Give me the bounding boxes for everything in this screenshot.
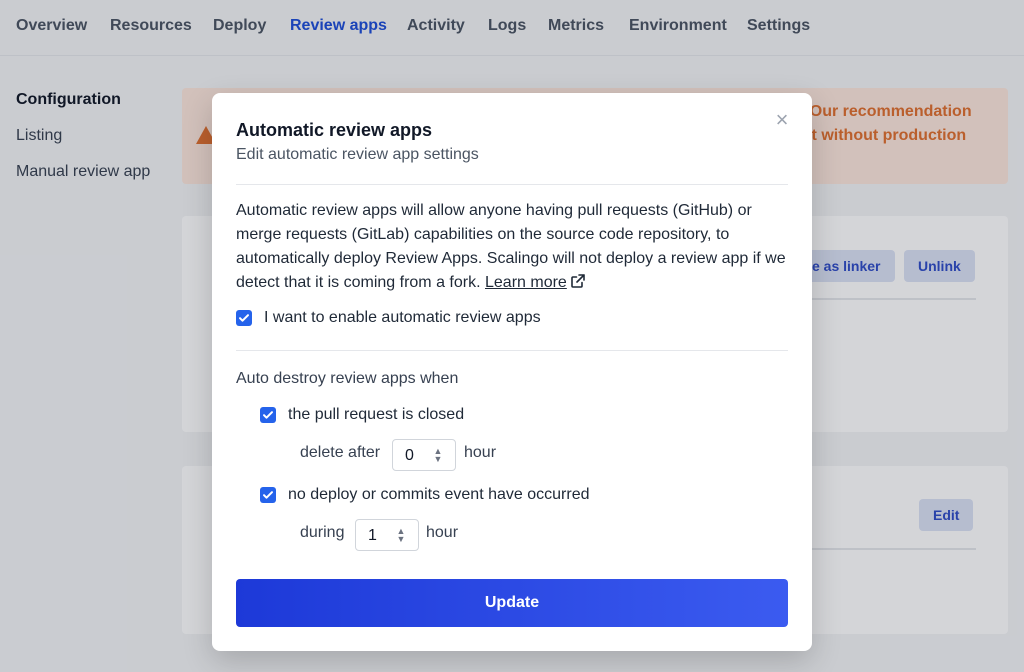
- during-value: 1: [368, 527, 377, 544]
- enable-label: I want to enable automatic review apps: [264, 309, 541, 326]
- no-deploy-label: no deploy or commits event have occurred: [288, 486, 590, 503]
- modal-title: Automatic review apps: [236, 120, 433, 140]
- delete-after-unit: hour: [464, 444, 497, 461]
- stepper-icon[interactable]: ▲ ▼: [396, 527, 406, 545]
- modal-description: Automatic review apps will allow anyone …: [236, 199, 788, 295]
- delete-after-label: delete after: [300, 444, 381, 461]
- no-deploy-checkbox[interactable]: [260, 487, 276, 503]
- check-icon: [263, 411, 273, 419]
- during-label: during: [300, 524, 345, 541]
- auto-destroy-label: Auto destroy review apps when: [236, 370, 459, 387]
- divider: [236, 350, 788, 351]
- external-link-icon: [571, 274, 585, 288]
- check-icon: [263, 491, 273, 499]
- delete-after-input[interactable]: 0 ▲ ▼: [392, 439, 456, 471]
- divider: [236, 184, 788, 185]
- update-button[interactable]: Update: [236, 579, 788, 627]
- delete-after-value: 0: [405, 447, 414, 464]
- automatic-review-apps-modal: × Automatic review apps Edit automatic r…: [212, 93, 812, 651]
- pr-closed-label: the pull request is closed: [288, 406, 465, 423]
- learn-more-link[interactable]: Learn more: [485, 274, 567, 291]
- during-unit: hour: [426, 524, 459, 541]
- enable-checkbox[interactable]: [236, 310, 252, 326]
- modal-subtitle: Edit automatic review app settings: [236, 146, 479, 163]
- stepper-icon[interactable]: ▲ ▼: [433, 447, 443, 465]
- during-input[interactable]: 1 ▲ ▼: [355, 519, 419, 551]
- pr-closed-checkbox[interactable]: [260, 407, 276, 423]
- close-icon[interactable]: ×: [774, 109, 790, 131]
- check-icon: [239, 314, 249, 322]
